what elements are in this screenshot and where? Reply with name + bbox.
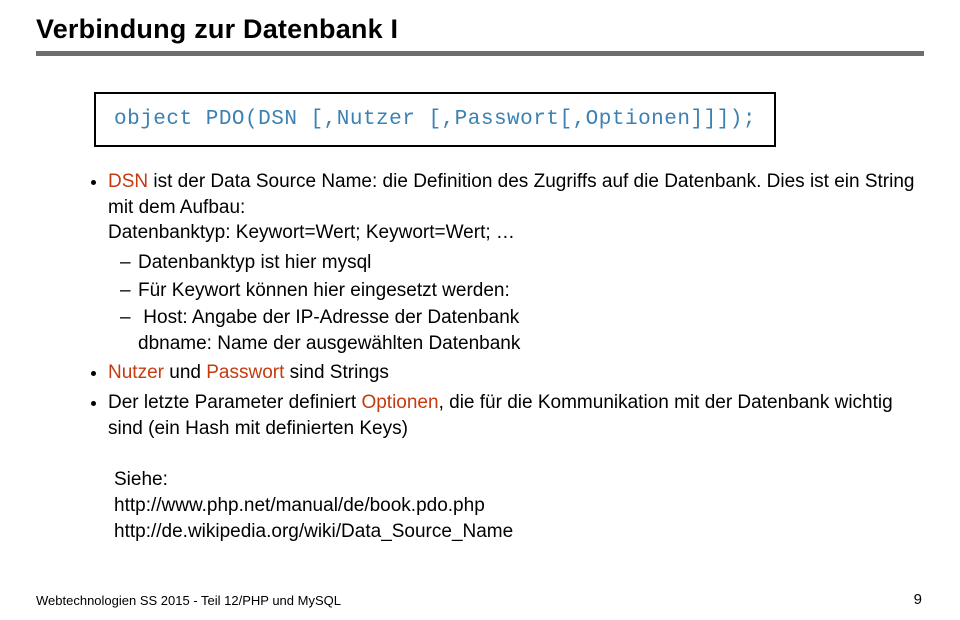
dsn-desc-line1: ist der Data Source Name: die Definition… bbox=[108, 171, 915, 218]
sub-dbtype: Datenbanktyp ist hier mysql bbox=[138, 250, 924, 276]
bullet-credentials: Nutzer und Passwort sind Strings bbox=[108, 360, 924, 386]
optionen-term: Optionen bbox=[361, 392, 438, 413]
dsn-sublist: Datenbanktyp ist hier mysql Für Keywort … bbox=[108, 250, 924, 357]
bullet-list: DSN ist der Data Source Name: die Defini… bbox=[36, 169, 924, 441]
footer-text: Webtechnologien SS 2015 - Teil 12/PHP un… bbox=[36, 593, 924, 608]
title-block: Verbindung zur Datenbank I bbox=[36, 14, 924, 56]
code-text: object PDO(DSN [,Nutzer [,Passwort[,Opti… bbox=[114, 108, 756, 131]
passwort-term: Passwort bbox=[206, 362, 284, 383]
opt-pre: Der letzte Parameter definiert bbox=[108, 392, 361, 413]
cred-rest: sind Strings bbox=[284, 362, 389, 383]
link-dsn-wiki: http://de.wikipedia.org/wiki/Data_Source… bbox=[114, 519, 924, 545]
bullet-options: Der letzte Parameter definiert Optionen,… bbox=[108, 390, 924, 441]
title-underline bbox=[36, 51, 924, 56]
slide-title: Verbindung zur Datenbank I bbox=[36, 14, 924, 45]
link-pdo: http://www.php.net/manual/de/book.pdo.ph… bbox=[114, 493, 924, 519]
cred-mid: und bbox=[164, 362, 206, 383]
slide: Verbindung zur Datenbank I object PDO(DS… bbox=[0, 0, 960, 620]
page-number: 9 bbox=[914, 591, 922, 608]
sub-host-text: Host: Angabe der IP-Adresse der Datenban… bbox=[143, 307, 519, 328]
sub-dbname-text: dbname: Name der ausgewählten Datenbank bbox=[138, 333, 520, 354]
see-also-block: Siehe: http://www.php.net/manual/de/book… bbox=[114, 467, 924, 544]
bullet-dsn: DSN ist der Data Source Name: die Defini… bbox=[108, 169, 924, 356]
dsn-term: DSN bbox=[108, 171, 148, 192]
code-box: object PDO(DSN [,Nutzer [,Passwort[,Opti… bbox=[94, 92, 776, 147]
sub-keyword-intro: Für Keywort können hier eingesetzt werde… bbox=[138, 278, 924, 304]
see-label: Siehe: bbox=[114, 467, 924, 493]
dsn-desc-line2: Datenbanktyp: Keywort=Wert; Keywort=Wert… bbox=[108, 222, 515, 243]
sub-host: Host: Angabe der IP-Adresse der Datenban… bbox=[138, 305, 924, 356]
nutzer-term: Nutzer bbox=[108, 362, 164, 383]
